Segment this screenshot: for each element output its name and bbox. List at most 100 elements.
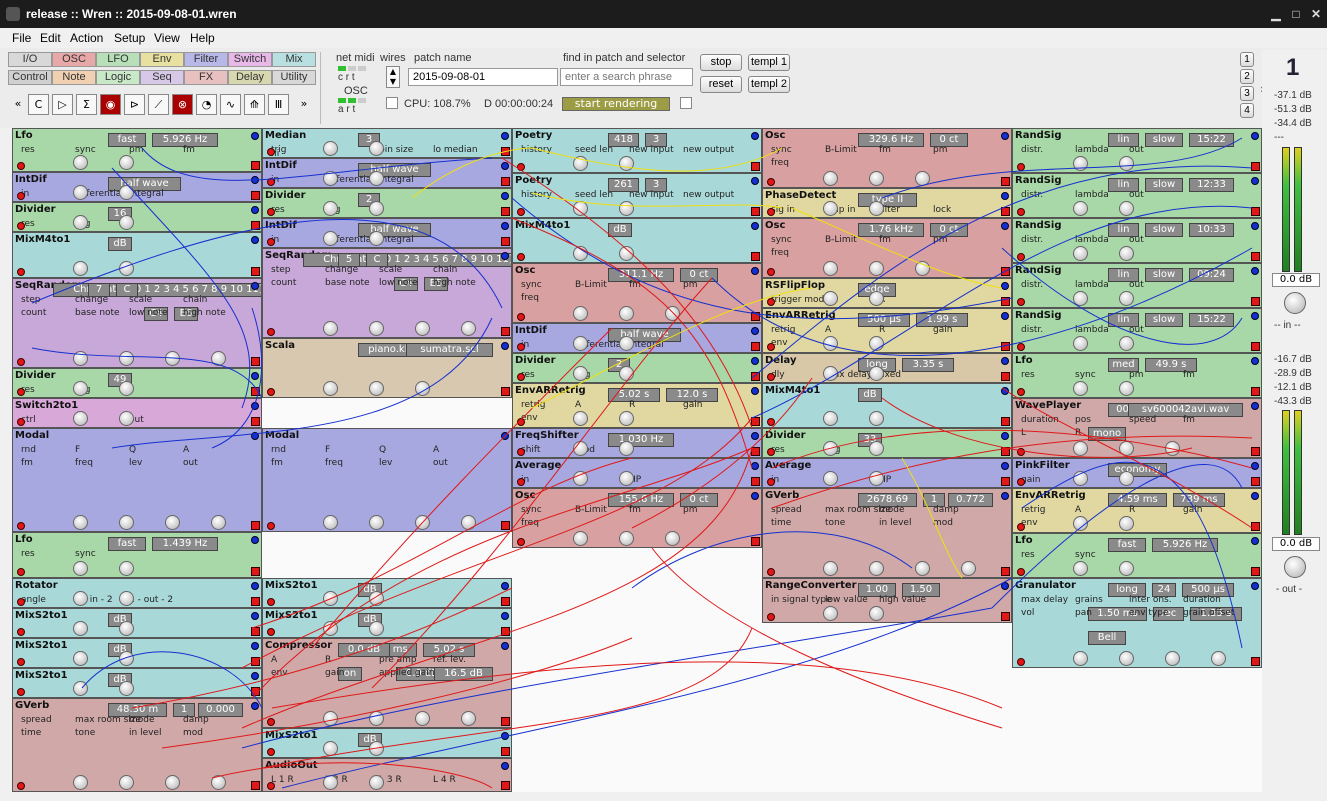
module-osc[interactable]: Osc 1.76 kHz 0 ct sync B-Limit fm pm freq xyxy=(762,218,1012,278)
module-osc[interactable]: Osc 311.1 Hz 0 ct sync B-Limit fm pm freq xyxy=(512,263,762,323)
input-connector[interactable] xyxy=(751,432,759,440)
parameter-knob[interactable] xyxy=(869,411,884,426)
value-display[interactable]: 10:33 xyxy=(1189,223,1234,237)
parameter-knob[interactable] xyxy=(73,681,88,696)
module-pinkfilter[interactable]: PinkFilter economy gain xyxy=(1012,458,1262,488)
input-connector[interactable] xyxy=(17,628,25,636)
input-connector[interactable] xyxy=(251,372,259,380)
input-connector[interactable] xyxy=(1017,343,1025,351)
output-connector[interactable] xyxy=(751,162,760,171)
module-intdif[interactable]: IntDif half wave in differential integral xyxy=(262,158,512,188)
output-connector[interactable] xyxy=(501,521,510,530)
parameter-knob[interactable] xyxy=(323,711,338,726)
module-mixs2to1[interactable]: MixS2to1 dB xyxy=(12,668,262,698)
record-icon[interactable]: ◉ xyxy=(100,94,121,115)
input-connector[interactable] xyxy=(17,268,25,276)
category-tab-switch[interactable]: Switch xyxy=(228,52,272,67)
module-divider[interactable]: Divider33restrig xyxy=(762,428,1012,458)
value-display[interactable]: 5.926 Hz xyxy=(1152,538,1218,552)
menu-setup[interactable]: Setup xyxy=(114,31,145,45)
module-osc[interactable]: Osc 329.6 Hz 0 ct sync B-Limit fm pm freq xyxy=(762,128,1012,188)
input-connector[interactable] xyxy=(1017,658,1025,666)
input-connector[interactable] xyxy=(267,388,275,396)
input-connector[interactable] xyxy=(17,688,25,696)
patch-name-input[interactable]: 2015-09-08-01 xyxy=(408,68,558,86)
value-display[interactable]: 4.59 ms xyxy=(1108,493,1167,507)
output-connector[interactable] xyxy=(251,191,260,200)
input-connector[interactable] xyxy=(17,222,25,230)
input-connector[interactable] xyxy=(1017,448,1025,456)
output-connector[interactable] xyxy=(251,597,260,606)
module-phasedetect[interactable]: PhaseDetect type II sig in cmp in filter lock xyxy=(762,188,1012,218)
module-average[interactable]: AverageinLPHP xyxy=(762,458,1012,488)
input-connector[interactable] xyxy=(517,253,525,261)
play-icon[interactable]: ▷ xyxy=(52,94,73,115)
output-connector[interactable] xyxy=(751,312,760,321)
input-connector[interactable] xyxy=(517,163,525,171)
input-connector[interactable] xyxy=(751,357,759,365)
parameter-knob[interactable] xyxy=(915,171,930,186)
menu-edit[interactable]: Edit xyxy=(40,31,61,45)
parameter-knob[interactable] xyxy=(73,561,88,576)
module-intdif[interactable]: IntDif half wave in differential integral xyxy=(12,172,262,202)
output-connector[interactable] xyxy=(751,372,760,381)
output-connector[interactable] xyxy=(1001,612,1010,621)
module-randsig[interactable]: RandSig lin slow 15:22 distr. lambda out xyxy=(1012,128,1262,173)
module-median[interactable]: Median3triginbin sizelo medianhi xyxy=(262,128,512,158)
parameter-knob[interactable] xyxy=(369,201,384,216)
parameter-knob[interactable] xyxy=(211,515,226,530)
input-connector[interactable] xyxy=(251,402,259,410)
module-randsig[interactable]: RandSig lin slow 10:33 distr. lambda out xyxy=(1012,218,1262,263)
parameter-knob[interactable] xyxy=(119,515,134,530)
module-freqshifter[interactable]: FreqShifter1.030 Hzshiftmod xyxy=(512,428,762,458)
value-display[interactable]: 1.030 Hz xyxy=(608,433,674,447)
category-tab-seq[interactable]: Seq xyxy=(140,70,184,85)
output-connector[interactable] xyxy=(1251,207,1260,216)
parameter-knob[interactable] xyxy=(1119,201,1134,216)
input-connector[interactable] xyxy=(251,672,259,680)
parameter-knob[interactable] xyxy=(323,231,338,246)
input-connector[interactable] xyxy=(501,222,509,230)
module-lfo[interactable]: Lfo med 49.9 s res sync pm fm xyxy=(1012,353,1262,398)
value-display[interactable]: Bell xyxy=(1088,631,1126,645)
value-display[interactable]: 1.76 kHz xyxy=(858,223,924,237)
input-connector[interactable] xyxy=(267,328,275,336)
parameter-knob[interactable] xyxy=(1165,441,1180,456)
module-envarretrig[interactable]: EnvARRetrig 500 µs 1.99 s retrig A Rgain env xyxy=(762,308,1012,353)
parameter-knob[interactable] xyxy=(323,741,338,756)
module-envarretrig[interactable]: EnvARRetrig 5.02 s 12.0 s retrig A Rgain env xyxy=(512,383,762,428)
output-connector[interactable] xyxy=(501,387,510,396)
parameter-knob[interactable] xyxy=(1119,471,1134,486)
page-button-2[interactable]: 2 xyxy=(1240,69,1254,84)
output-connector[interactable] xyxy=(1001,342,1010,351)
input-connector[interactable] xyxy=(751,267,759,275)
parameter-knob[interactable] xyxy=(1073,381,1088,396)
module-mixs2to1[interactable]: MixS2to1 dB xyxy=(12,638,262,668)
parameter-knob[interactable] xyxy=(1073,291,1088,306)
input-connector[interactable] xyxy=(251,132,259,140)
input-connector[interactable] xyxy=(767,343,775,351)
output-connector[interactable] xyxy=(1251,447,1260,456)
output-connector[interactable] xyxy=(251,387,260,396)
input-connector[interactable] xyxy=(251,582,259,590)
parameter-knob[interactable] xyxy=(619,366,634,381)
input-connector[interactable] xyxy=(751,387,759,395)
module-lfo[interactable]: Lfo fast 5.926 Hz res sync pm fm xyxy=(12,128,262,172)
input-connector[interactable] xyxy=(17,358,25,366)
input-connector[interactable] xyxy=(251,206,259,214)
input-connector[interactable] xyxy=(1251,537,1259,545)
input-connector[interactable] xyxy=(517,208,525,216)
input-connector[interactable] xyxy=(767,448,775,456)
value-display[interactable]: 3.35 s xyxy=(902,358,954,372)
input-connector[interactable] xyxy=(1251,492,1259,500)
output-connector[interactable] xyxy=(1251,297,1260,306)
module-randsig[interactable]: RandSig lin slow 12:33 distr. lambda out xyxy=(1012,173,1262,218)
value-display[interactable]: dB xyxy=(108,237,132,251)
value-display[interactable]: slow xyxy=(1145,268,1183,282)
input-connector[interactable] xyxy=(1001,312,1009,320)
input-connector[interactable] xyxy=(517,478,525,486)
category-tab-note[interactable]: Note xyxy=(52,70,96,85)
parameter-knob[interactable] xyxy=(1073,471,1088,486)
input-connector[interactable] xyxy=(1251,222,1259,230)
value-display[interactable]: economy xyxy=(1108,463,1167,477)
